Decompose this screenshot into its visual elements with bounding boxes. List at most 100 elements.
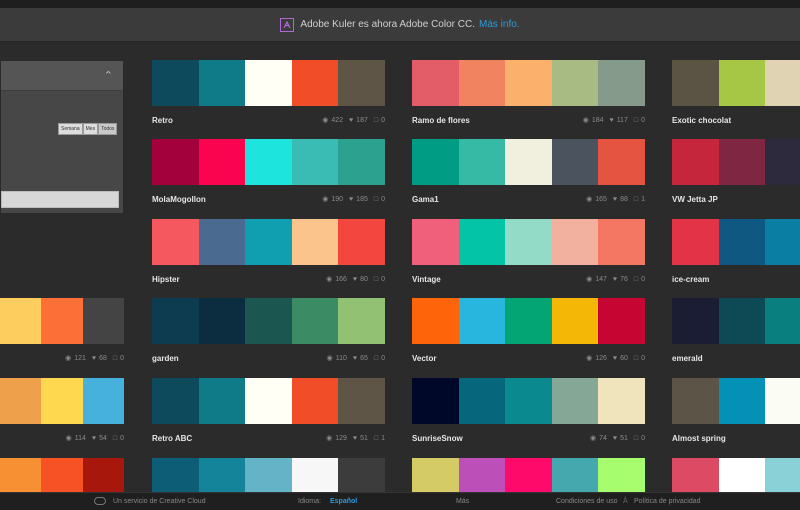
color-swatches[interactable] [0, 298, 124, 344]
color-swatch[interactable] [291, 298, 339, 344]
theme-name[interactable]: emerald [672, 354, 703, 363]
color-swatch[interactable] [291, 139, 339, 185]
color-swatch[interactable] [412, 139, 459, 185]
color-swatch[interactable] [458, 60, 506, 106]
color-swatch[interactable] [598, 378, 645, 424]
color-swatch[interactable] [505, 219, 552, 265]
theme-name[interactable]: ice-cream [672, 275, 709, 284]
color-swatch[interactable] [505, 139, 552, 185]
color-swatches[interactable] [672, 298, 800, 344]
theme-card[interactable]: Gama1 ◉ 165 ♥ 88 □ 1 [412, 139, 645, 212]
theme-card[interactable]: Ramo de flores ◉ 184 ♥ 117 □ 0 [412, 60, 645, 133]
theme-card[interactable]: Almost spring [672, 378, 800, 451]
color-swatch[interactable] [245, 219, 292, 265]
theme-name[interactable]: Hipster [152, 275, 180, 284]
color-swatches[interactable] [412, 219, 645, 265]
color-swatch[interactable] [291, 219, 339, 265]
color-swatch[interactable] [291, 60, 339, 106]
color-swatch[interactable] [152, 378, 199, 424]
color-swatch[interactable] [672, 139, 719, 185]
color-swatch[interactable] [82, 298, 124, 344]
privacy-link[interactable]: Política de privacidad [634, 498, 701, 505]
color-swatch[interactable] [598, 298, 645, 344]
theme-card[interactable]: Vector ◉ 126 ♥ 60 □ 0 [412, 298, 645, 371]
color-swatch[interactable] [338, 60, 385, 106]
color-swatch[interactable] [718, 378, 766, 424]
theme-card[interactable]: SunriseSnow ◉ 74 ♥ 51 □ 0 [412, 378, 645, 451]
color-swatch[interactable] [291, 378, 339, 424]
color-swatch[interactable] [505, 378, 552, 424]
color-swatch[interactable] [0, 378, 42, 424]
color-swatch[interactable] [152, 219, 199, 265]
color-swatch[interactable] [765, 60, 800, 106]
color-swatch[interactable] [458, 378, 506, 424]
color-swatch[interactable] [718, 139, 766, 185]
theme-card[interactable]: emerald [672, 298, 800, 371]
color-swatch[interactable] [718, 219, 766, 265]
terms-link[interactable]: Condiciones de uso [556, 498, 618, 505]
color-swatches[interactable] [672, 378, 800, 424]
color-swatch[interactable] [672, 298, 719, 344]
theme-card[interactable]: Hipster ◉ 166 ♥ 80 □ 0 [152, 219, 385, 292]
color-swatch[interactable] [672, 378, 719, 424]
color-swatch[interactable] [198, 60, 246, 106]
color-swatch[interactable] [598, 139, 645, 185]
color-swatch[interactable] [551, 298, 599, 344]
color-swatch[interactable] [412, 60, 459, 106]
color-swatch[interactable] [765, 139, 800, 185]
language-select[interactable]: Español [330, 498, 357, 505]
color-swatches[interactable] [152, 378, 385, 424]
color-swatch[interactable] [672, 60, 719, 106]
color-swatch[interactable] [505, 298, 552, 344]
theme-name[interactable]: Ramo de flores [412, 116, 470, 125]
color-swatch[interactable] [765, 378, 800, 424]
color-swatch[interactable] [412, 378, 459, 424]
filter-week-button[interactable]: Semana [58, 123, 83, 135]
color-swatches[interactable] [412, 298, 645, 344]
theme-card[interactable]: Retro ABC ◉ 129 ♥ 51 □ 1 [152, 378, 385, 451]
theme-name[interactable]: MolaMogollon [152, 195, 206, 204]
color-swatch[interactable] [152, 298, 199, 344]
color-swatches[interactable] [152, 139, 385, 185]
color-swatch[interactable] [82, 378, 124, 424]
color-swatch[interactable] [412, 298, 459, 344]
color-swatches[interactable] [152, 219, 385, 265]
color-swatch[interactable] [338, 378, 385, 424]
color-swatch[interactable] [551, 60, 599, 106]
theme-card[interactable]: Retro ◉ 422 ♥ 187 □ 0 [152, 60, 385, 133]
color-swatch[interactable] [41, 298, 83, 344]
footer-more-link[interactable]: Más [456, 498, 469, 505]
color-swatch[interactable] [245, 60, 292, 106]
color-swatch[interactable] [458, 298, 506, 344]
color-swatch[interactable] [198, 298, 246, 344]
color-swatch[interactable] [458, 219, 506, 265]
theme-name[interactable]: Retro ABC [152, 434, 192, 443]
color-swatch[interactable] [598, 60, 645, 106]
theme-card[interactable]: Exotic chocolat [672, 60, 800, 133]
theme-name[interactable]: Retro [152, 116, 173, 125]
color-swatch[interactable] [551, 219, 599, 265]
color-swatch[interactable] [412, 219, 459, 265]
color-swatch[interactable] [458, 139, 506, 185]
color-swatch[interactable] [152, 60, 199, 106]
theme-name[interactable]: garden [152, 354, 179, 363]
color-swatches[interactable] [152, 60, 385, 106]
theme-name[interactable]: Vintage [412, 275, 441, 284]
color-swatch[interactable] [198, 219, 246, 265]
theme-card[interactable]: ◉ 114 ♥ 54 □ 0 [0, 378, 124, 451]
color-swatch[interactable] [551, 139, 599, 185]
theme-name[interactable]: VW Jetta JP [672, 195, 718, 204]
color-swatch[interactable] [245, 298, 292, 344]
color-swatch[interactable] [718, 60, 766, 106]
search-input[interactable] [1, 191, 119, 208]
theme-name[interactable]: Gama1 [412, 195, 439, 204]
color-swatch[interactable] [551, 378, 599, 424]
color-swatches[interactable] [672, 139, 800, 185]
color-swatch[interactable] [152, 139, 199, 185]
theme-card[interactable]: ◉ 121 ♥ 68 □ 0 [0, 298, 124, 371]
color-swatch[interactable] [198, 378, 246, 424]
theme-card[interactable]: Vintage ◉ 147 ♥ 76 □ 0 [412, 219, 645, 292]
color-swatches[interactable] [152, 298, 385, 344]
theme-name[interactable]: Vector [412, 354, 436, 363]
color-swatch[interactable] [505, 60, 552, 106]
